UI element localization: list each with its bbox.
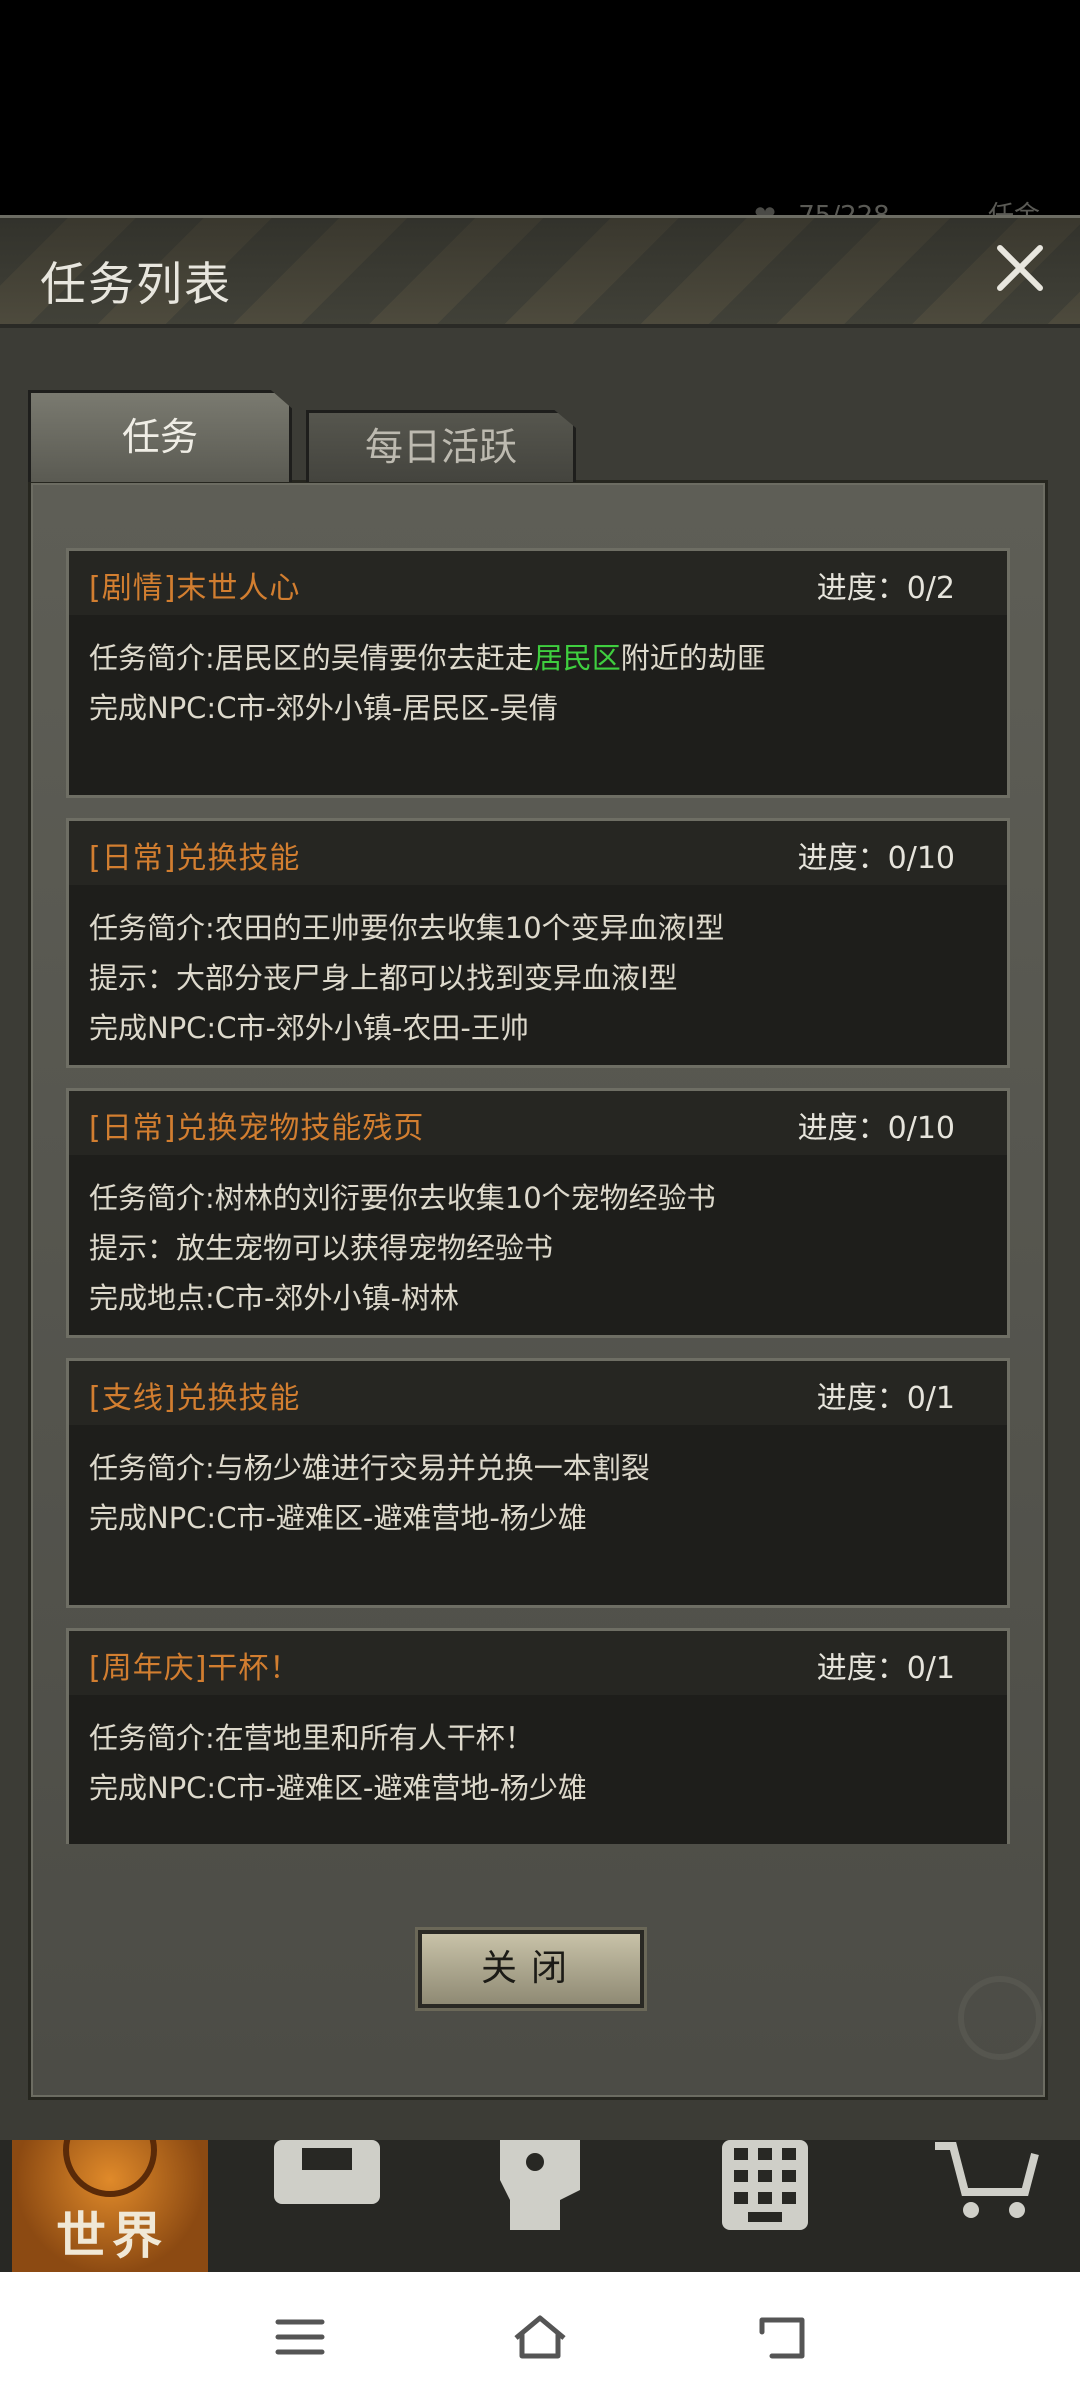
quest-progress: 进度：0/2	[816, 571, 955, 606]
quest-card[interactable]: [日常]兑换宠物技能残页 进度：0/10 任务简介:树林的刘衍要你去收集10个宠…	[66, 1088, 1010, 1338]
quest-line: 完成NPC:C市-郊外小镇-居民区-吴倩	[89, 691, 558, 725]
quest-card-header: [支线]兑换技能 进度：0/1	[69, 1361, 1007, 1425]
quest-card-header: [日常]兑换宠物技能残页 进度：0/10	[69, 1091, 1007, 1155]
menu-icon[interactable]	[270, 2312, 330, 2362]
quest-card[interactable]: [日常]兑换技能 进度：0/10 任务简介:农田的王帅要你去收集10个变异血液Ⅰ…	[66, 818, 1010, 1068]
back-icon[interactable]	[752, 2312, 812, 2362]
tab-daily-activity[interactable]: 每日活跃	[306, 410, 576, 482]
bottom-nav: 世界	[0, 2140, 1080, 2272]
quest-title: [剧情]末世人心	[89, 571, 301, 606]
nav-backpack[interactable]	[262, 2140, 392, 2272]
character-head-icon	[500, 2140, 580, 2230]
quest-line: 提示：大部分丧尸身上都可以找到变异血液Ⅰ型	[89, 961, 678, 995]
quest-progress: 进度：0/1	[816, 1651, 955, 1686]
globe-icon	[63, 2140, 157, 2197]
quest-line: 完成NPC:C市-避难区-避难营地-杨少雄	[89, 1501, 587, 1535]
quest-line: 任务简介:农田的王帅要你去收集10个变异血液Ⅰ型	[89, 911, 725, 945]
quest-line: 任务简介:居民区的吴倩要你去赶走居民区附近的劫匪	[89, 641, 766, 675]
quest-line: 完成NPC:C市-郊外小镇-农田-王帅	[89, 1011, 529, 1045]
backpack-icon	[274, 2140, 380, 2204]
top-black-area	[0, 0, 1080, 215]
quest-description: 任务简介:树林的刘衍要你去收集10个宠物经验书 提示：放生宠物可以获得宠物经验书…	[69, 1155, 1007, 1323]
quest-line: 任务简介:在营地里和所有人干杯！	[89, 1721, 534, 1755]
quest-line: 完成NPC:C市-避难区-避难营地-杨少雄	[89, 1771, 587, 1805]
close-icon[interactable]	[988, 236, 1052, 300]
quest-card[interactable]: [剧情]末世人心 进度：0/2 任务简介:居民区的吴倩要你去赶走居民区附近的劫匪…	[66, 548, 1010, 798]
quest-description: 任务简介:农田的王帅要你去收集10个变异血液Ⅰ型 提示：大部分丧尸身上都可以找到…	[69, 885, 1007, 1053]
quest-card-header: [日常]兑换技能 进度：0/10	[69, 821, 1007, 885]
dialog-title: 任务列表	[40, 257, 232, 311]
quest-progress: 进度：0/10	[797, 1111, 955, 1146]
tab-quests-label: 任务	[121, 415, 198, 459]
quest-description: 任务简介:在营地里和所有人干杯！ 完成NPC:C市-避难区-避难营地-杨少雄	[69, 1695, 1007, 1813]
building-icon	[722, 2140, 808, 2230]
quest-title: [日常]兑换技能	[89, 841, 301, 876]
shopping-cart-icon	[935, 2142, 1039, 2218]
nav-world[interactable]: 世界	[12, 2140, 208, 2272]
close-button[interactable]: 关闭	[418, 1930, 644, 2008]
quest-description: 任务简介:居民区的吴倩要你去赶走居民区附近的劫匪 完成NPC:C市-郊外小镇-居…	[69, 615, 1007, 733]
quest-card[interactable]: [周年庆]干杯！ 进度：0/1 任务简介:在营地里和所有人干杯！ 完成NPC:C…	[66, 1628, 1010, 1844]
quest-title: [支线]兑换技能	[89, 1381, 301, 1416]
quest-card-header: [周年庆]干杯！ 进度：0/1	[69, 1631, 1007, 1695]
nav-building[interactable]	[712, 2140, 822, 2272]
nav-shop[interactable]	[925, 2140, 1045, 2272]
tab-quests[interactable]: 任务	[28, 390, 292, 482]
tab-daily-activity-label: 每日活跃	[364, 425, 517, 469]
system-navigation-bar	[0, 2272, 1080, 2400]
quest-list[interactable]: [剧情]末世人心 进度：0/2 任务简介:居民区的吴倩要你去赶走居民区附近的劫匪…	[66, 548, 1010, 1844]
quest-line: 完成地点:C市-郊外小镇-树林	[89, 1281, 459, 1315]
location-highlight: 居民区	[533, 641, 621, 675]
quest-title: [周年庆]干杯！	[89, 1651, 301, 1686]
nav-character[interactable]	[480, 2140, 610, 2272]
quest-progress: 进度：0/10	[797, 841, 955, 876]
quest-description: 任务简介:与杨少雄进行交易并兑换一本割裂 完成NPC:C市-避难区-避难营地-杨…	[69, 1425, 1007, 1543]
home-icon[interactable]	[510, 2312, 570, 2362]
quest-line: 提示：放生宠物可以获得宠物经验书	[89, 1231, 554, 1265]
quest-title: [日常]兑换宠物技能残页	[89, 1111, 425, 1146]
quest-card[interactable]: [支线]兑换技能 进度：0/1 任务简介:与杨少雄进行交易并兑换一本割裂 完成N…	[66, 1358, 1010, 1608]
quest-card-header: [剧情]末世人心 进度：0/2	[69, 551, 1007, 615]
radiation-emblem-icon	[958, 1976, 1042, 2060]
dialog-title-bar: 任务列表	[0, 218, 1080, 328]
nav-world-label: 世界	[56, 2207, 168, 2265]
quest-line: 任务简介:与杨少雄进行交易并兑换一本割裂	[89, 1451, 650, 1485]
quest-progress: 进度：0/1	[816, 1381, 955, 1416]
quest-line: 任务简介:树林的刘衍要你去收集10个宠物经验书	[89, 1181, 716, 1215]
